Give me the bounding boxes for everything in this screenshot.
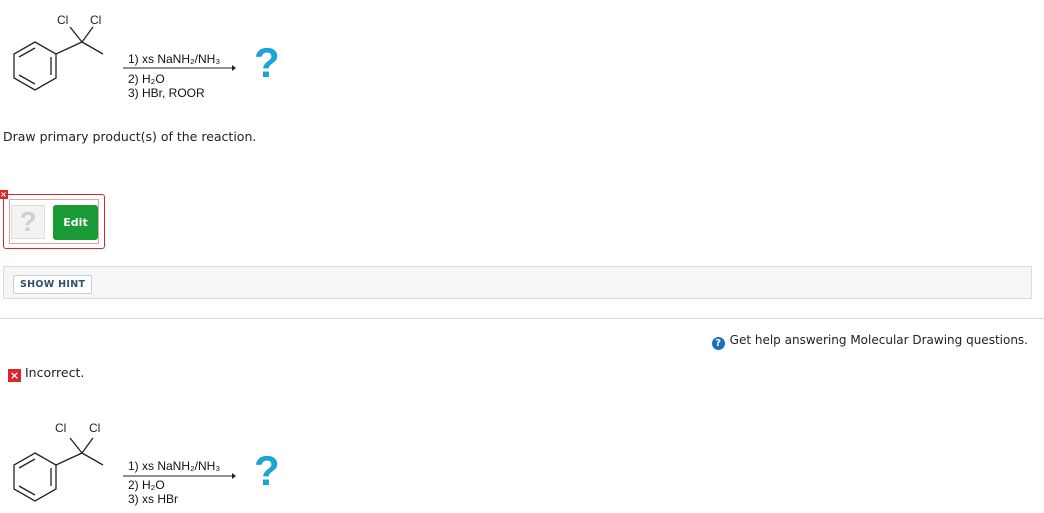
question-prompt: Draw primary product(s) of the reaction. <box>3 129 257 144</box>
hint-bar: SHOW HINT <box>3 266 1032 299</box>
feedback-reagent-step-3: 3) xs HBr <box>128 492 179 506</box>
help-icon: ? <box>711 337 725 350</box>
feedback-unknown-product-icon: ? <box>254 447 280 494</box>
chlorine-label: Cl <box>90 13 101 27</box>
error-icon: × <box>0 190 8 199</box>
feedback-status-label: Incorrect. <box>25 365 85 380</box>
help-link[interactable]: ? Get help answering Molecular Drawing qu… <box>711 333 1028 350</box>
reactant-structure: Cl Cl <box>13 13 104 91</box>
section-divider <box>0 318 1044 319</box>
chlorine-label: Cl <box>57 13 68 27</box>
answer-placeholder-icon: ? <box>11 205 45 239</box>
reagent-step-1: 1) xs NaNH₂/NH₃ <box>128 52 221 66</box>
chlorine-label: Cl <box>55 421 66 435</box>
chlorine-label: Cl <box>89 421 100 435</box>
help-link-label: Get help answering Molecular Drawing que… <box>729 333 1028 347</box>
feedback-reagent-step-2: 2) H₂O <box>128 478 165 492</box>
edit-button[interactable]: Edit <box>53 205 98 240</box>
incorrect-icon: × <box>8 369 21 382</box>
feedback-reactant-structure: Cl Cl <box>13 421 104 502</box>
feedback-status: × Incorrect. <box>8 365 84 382</box>
feedback-reagent-step-1: 1) xs NaNH₂/NH₃ <box>128 459 221 473</box>
unknown-product-icon: ? <box>254 39 280 86</box>
show-hint-button[interactable]: SHOW HINT <box>13 275 93 294</box>
reagent-step-3: 3) HBr, ROOR <box>128 86 205 100</box>
reagent-step-2: 2) H₂O <box>128 72 165 86</box>
